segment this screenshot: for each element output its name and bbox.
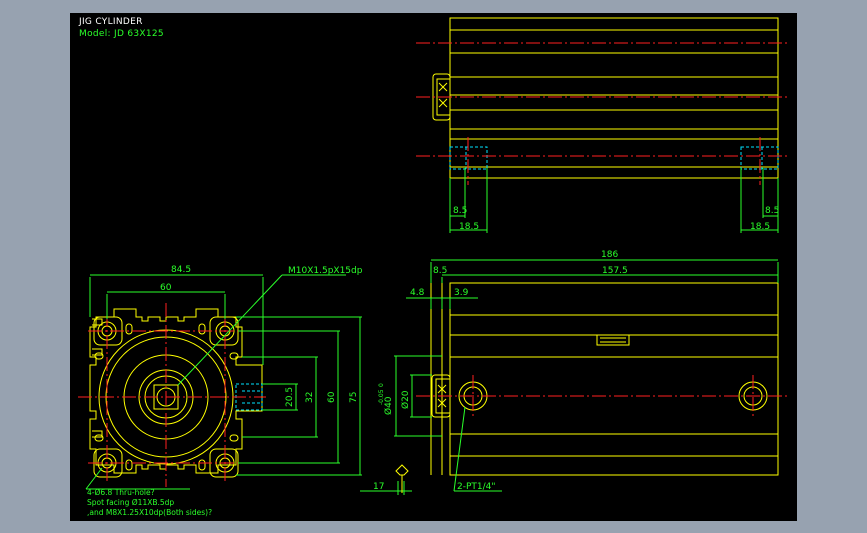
- dim-rod-b: 3.9: [454, 288, 469, 298]
- dim-right-outer: 18.5: [750, 222, 770, 232]
- port-thread-label: M10X1.5pX15dp: [288, 266, 363, 276]
- dim-right-inner: 8.5: [765, 206, 779, 216]
- dim-tol-bot: -0.05: [378, 389, 385, 405]
- dim-h-total: 75: [349, 392, 359, 403]
- dim-cap: 8.5: [433, 266, 447, 276]
- top-view: 8.5 18.5 8.5 18.5: [416, 17, 790, 233]
- cad-viewport[interactable]: JIG CYLINDER Model: JD 63X125 8.5 18.5 8…: [70, 13, 797, 521]
- dim-h-small: 20.5: [285, 387, 295, 407]
- dim-rod-end: 17: [373, 482, 384, 492]
- hole-note-1: 4-Ø6.8 Thru-hole?: [87, 488, 155, 497]
- dim-width: 84.5: [171, 265, 191, 275]
- front-view: 84.5 60 M10X1.5pX15dp 20.5 32 60 75 4-Ø6…: [78, 265, 363, 517]
- dim-bolt-pitch: 60: [160, 283, 172, 293]
- side-view: 186 8.5 157.5 4.8 3.9 Ø40 0 -0.05 Ø20 17…: [360, 250, 790, 495]
- dim-total-length: 186: [601, 250, 618, 260]
- cad-drawing: 8.5 18.5 8.5 18.5 84.5 60 M10X1.5pX15dp …: [78, 17, 790, 517]
- dim-rod-dia: Ø20: [400, 390, 411, 409]
- dim-left-inner: 8.5: [453, 206, 467, 216]
- dim-rod-a: 4.8: [410, 288, 425, 298]
- hole-note-3: ,and M8X1.25X10dp(Both sides)?: [87, 508, 212, 517]
- dim-body: 157.5: [602, 266, 628, 276]
- port-label: 2-PT1/4": [457, 482, 496, 492]
- dim-h-bolt: 60: [327, 391, 337, 403]
- hole-note-2: Spot facing Ø11XB.5dp: [87, 498, 174, 507]
- dim-tol-top: 0: [378, 383, 385, 387]
- dim-left-outer: 18.5: [459, 222, 479, 232]
- dim-h-mid: 32: [305, 392, 315, 403]
